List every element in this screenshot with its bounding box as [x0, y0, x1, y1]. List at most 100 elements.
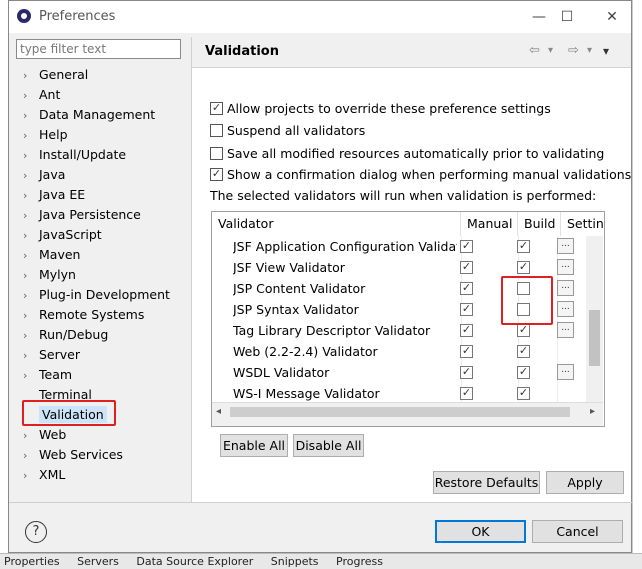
manual-checkbox[interactable]: [460, 344, 473, 358]
chevron-right-icon[interactable]: ›: [23, 446, 39, 466]
apply-button[interactable]: Apply: [546, 471, 624, 494]
option-allow-override[interactable]: Allow projects to override these prefere…: [210, 99, 551, 119]
vertical-scrollbar[interactable]: [586, 236, 603, 402]
horizontal-scrollbar[interactable]: ◂ ▸: [212, 402, 603, 426]
tree-item-help[interactable]: › Help: [23, 125, 68, 145]
tree-item-xml[interactable]: › XML: [23, 465, 65, 485]
filter-input[interactable]: [16, 39, 181, 59]
settings-button[interactable]: ...: [557, 301, 574, 317]
chevron-right-icon[interactable]: ›: [23, 346, 39, 366]
settings-button[interactable]: ...: [557, 364, 574, 380]
tree-item-maven[interactable]: › Maven: [23, 245, 80, 265]
table-row[interactable]: JSF Application Configuration Validator.…: [212, 236, 586, 257]
tree-item-data-management[interactable]: › Data Management: [23, 105, 155, 125]
manual-checkbox[interactable]: [460, 281, 473, 295]
build-checkbox[interactable]: [517, 260, 530, 274]
build-checkbox[interactable]: [517, 239, 530, 253]
column-header-manual[interactable]: Manual: [461, 212, 518, 236]
tree-item-java-ee[interactable]: › Java EE: [23, 185, 85, 205]
ide-tab-properties[interactable]: Properties: [0, 554, 64, 568]
chevron-right-icon[interactable]: ›: [23, 266, 39, 286]
tree-item-remote-systems[interactable]: › Remote Systems: [23, 305, 144, 325]
scroll-right-icon[interactable]: ▸: [590, 406, 595, 417]
checkbox[interactable]: [210, 147, 223, 160]
chevron-right-icon[interactable]: ›: [23, 366, 39, 386]
option-suspend-all[interactable]: Suspend all validators: [210, 121, 365, 141]
forward-arrow-icon[interactable]: ⇨: [568, 43, 579, 58]
checkbox[interactable]: [210, 168, 223, 181]
chevron-right-icon[interactable]: ›: [23, 166, 39, 186]
settings-button[interactable]: ...: [557, 238, 574, 254]
chevron-right-icon[interactable]: ›: [23, 246, 39, 266]
back-arrow-icon[interactable]: ⇦: [529, 43, 540, 58]
manual-checkbox[interactable]: [460, 260, 473, 274]
tree-item-web[interactable]: › Web: [23, 425, 66, 445]
chevron-right-icon[interactable]: ›: [23, 66, 39, 86]
view-menu-icon[interactable]: ▾: [603, 44, 609, 58]
table-row[interactable]: WS-I Message Validator: [212, 383, 586, 402]
settings-button[interactable]: ...: [557, 259, 574, 275]
vertical-scroll-thumb[interactable]: [589, 310, 600, 366]
tree-item-javascript[interactable]: › JavaScript: [23, 225, 102, 245]
table-row[interactable]: WSDL Validator...: [212, 362, 586, 383]
chevron-right-icon[interactable]: ›: [23, 186, 39, 206]
restore-defaults-button[interactable]: Restore Defaults: [433, 471, 540, 494]
checkbox[interactable]: [210, 124, 223, 137]
back-history-dropdown-icon[interactable]: ▾: [548, 45, 553, 56]
manual-checkbox[interactable]: [460, 302, 473, 316]
help-icon[interactable]: ?: [25, 521, 47, 543]
ok-button[interactable]: OK: [435, 520, 526, 543]
tree-item-java-persistence[interactable]: › Java Persistence: [23, 205, 141, 225]
tree-item-java[interactable]: › Java: [23, 165, 65, 185]
column-header-build[interactable]: Build: [518, 212, 561, 236]
option-save-modified[interactable]: Save all modified resources automaticall…: [210, 144, 604, 164]
build-checkbox[interactable]: [517, 344, 530, 358]
chevron-right-icon[interactable]: ›: [23, 306, 39, 326]
tree-item-plug-in-development[interactable]: › Plug-in Development: [23, 285, 170, 305]
manual-checkbox[interactable]: [460, 365, 473, 379]
chevron-right-icon[interactable]: ›: [23, 286, 39, 306]
chevron-right-icon[interactable]: ›: [23, 126, 39, 146]
settings-button[interactable]: ...: [557, 280, 574, 296]
build-checkbox[interactable]: [517, 365, 530, 379]
tree-item-server[interactable]: › Server: [23, 345, 80, 365]
chevron-right-icon[interactable]: ›: [23, 226, 39, 246]
chevron-right-icon[interactable]: ›: [23, 206, 39, 226]
column-header-settings[interactable]: Settings: [561, 212, 604, 236]
chevron-right-icon[interactable]: ›: [23, 86, 39, 106]
chevron-right-icon[interactable]: ›: [23, 106, 39, 126]
tree-item-install-update[interactable]: › Install/Update: [23, 145, 126, 165]
ide-tab-data-source-explorer[interactable]: Data Source Explorer: [132, 554, 257, 568]
column-header-validator[interactable]: Validator: [212, 212, 461, 236]
settings-button[interactable]: ...: [557, 322, 574, 338]
build-checkbox[interactable]: [517, 323, 530, 337]
tree-item-run-debug[interactable]: › Run/Debug: [23, 325, 108, 345]
horizontal-scroll-thumb[interactable]: [230, 407, 570, 417]
chevron-right-icon[interactable]: ›: [23, 426, 39, 446]
forward-history-dropdown-icon[interactable]: ▾: [587, 45, 592, 56]
tree-item-ant[interactable]: › Ant: [23, 85, 60, 105]
manual-checkbox[interactable]: [460, 323, 473, 337]
title-bar[interactable]: Preferences — ☐ ✕: [9, 1, 631, 33]
build-checkbox[interactable]: [517, 386, 530, 400]
tree-item-mylyn[interactable]: › Mylyn: [23, 265, 76, 285]
tree-item-team[interactable]: › Team: [23, 365, 72, 385]
maximize-button[interactable]: ☐: [547, 5, 587, 29]
manual-checkbox[interactable]: [460, 386, 473, 400]
table-row[interactable]: JSF View Validator...: [212, 257, 586, 278]
option-show-confirmation[interactable]: Show a confirmation dialog when performi…: [210, 165, 631, 185]
chevron-right-icon[interactable]: ›: [23, 326, 39, 346]
chevron-right-icon[interactable]: ›: [23, 466, 39, 486]
checkbox[interactable]: [210, 102, 223, 115]
enable-all-button[interactable]: Enable All: [220, 434, 288, 457]
scroll-left-icon[interactable]: ◂: [216, 406, 221, 417]
tree-item-web-services[interactable]: › Web Services: [23, 445, 123, 465]
chevron-right-icon[interactable]: ›: [23, 146, 39, 166]
cancel-button[interactable]: Cancel: [532, 520, 623, 543]
ide-tab-snippets[interactable]: Snippets: [267, 554, 323, 568]
disable-all-button[interactable]: Disable All: [293, 434, 364, 457]
close-button[interactable]: ✕: [592, 5, 632, 29]
manual-checkbox[interactable]: [460, 239, 473, 253]
ide-tab-servers[interactable]: Servers: [73, 554, 123, 568]
tree-item-general[interactable]: › General: [23, 65, 88, 85]
